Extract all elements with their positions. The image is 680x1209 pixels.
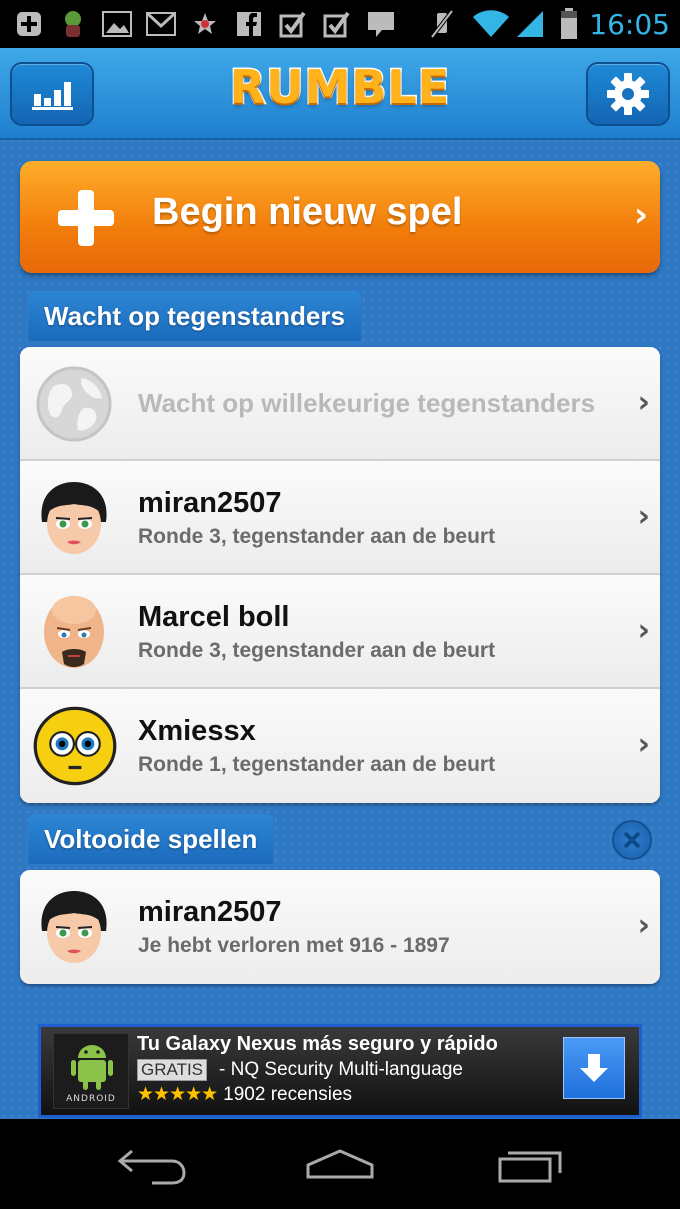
avatar-icon <box>44 596 104 668</box>
new-game-label: Begin nieuw spel <box>152 191 463 233</box>
game-status: Ronde 3, tegenstander aan de beurt <box>138 525 496 548</box>
battery-icon <box>559 8 579 39</box>
image-icon <box>102 9 132 39</box>
game-status: Ronde 3, tegenstander aan de beurt <box>138 639 496 662</box>
clock: 16:05 <box>589 7 670 41</box>
checkbox-icon <box>322 9 352 39</box>
chat-icon <box>366 9 396 39</box>
avatar-icon <box>33 706 117 786</box>
download-icon <box>580 1054 608 1082</box>
section-waiting-title: Wacht op tegenstanders <box>28 291 361 341</box>
add-icon <box>14 9 44 39</box>
opponent-name: Marcel boll <box>138 601 290 633</box>
opponent-name: miran2507 <box>138 896 282 928</box>
top-bar: RUMBLE <box>0 48 680 140</box>
gear-icon <box>607 73 649 115</box>
android-label: ANDROID <box>66 1094 116 1104</box>
wifi-icon <box>471 9 511 39</box>
star-rating: ★★★★★ <box>137 1084 218 1105</box>
opponent-name: miran2507 <box>138 487 282 519</box>
game-row[interactable]: Xmiessx Ronde 1, tegenstander aan de beu… <box>20 689 660 803</box>
game-row[interactable]: Marcel boll Ronde 3, tegenstander aan de… <box>20 575 660 689</box>
game-result: Je hebt verloren met 916 - 1897 <box>138 934 450 957</box>
avatar-icon <box>41 891 107 963</box>
signal-icon <box>515 9 545 39</box>
free-badge: GRATIS <box>137 1059 208 1081</box>
ad-title: Tu Galaxy Nexus más seguro y rápido <box>137 1033 498 1055</box>
app-content: RUMBLE Begin nieuw spel › Wacht op tegen… <box>0 48 680 1119</box>
clear-finished-button[interactable] <box>612 820 652 860</box>
status-right: 16:05 <box>413 0 670 48</box>
back-icon[interactable] <box>112 1141 192 1187</box>
settings-button[interactable] <box>586 62 670 126</box>
globe-icon <box>36 366 112 442</box>
game-row[interactable]: miran2507 Je hebt verloren met 916 - 189… <box>20 870 660 984</box>
review-count: 1902 recensies <box>223 1083 353 1105</box>
new-game-button[interactable]: Begin nieuw spel › <box>20 161 660 273</box>
chevron-right-icon: › <box>637 499 650 534</box>
recent-apps-icon[interactable] <box>490 1141 570 1187</box>
opponent-name: Xmiessx <box>138 715 256 747</box>
game-status: Ronde 1, tegenstander aan de beurt <box>138 753 496 776</box>
section-finished-title: Voltooide spellen <box>28 814 274 864</box>
chevron-right-icon: › <box>637 908 650 943</box>
download-button[interactable] <box>563 1037 625 1099</box>
bug-icon <box>58 9 88 39</box>
home-icon[interactable] <box>300 1141 380 1187</box>
random-opponent-row[interactable]: Wacht op willekeurige tegenstanders › <box>20 347 660 461</box>
gmail-icon <box>146 9 176 39</box>
random-opponent-label: Wacht op willekeurige tegenstanders <box>138 388 596 418</box>
avatar-icon <box>41 482 107 554</box>
chevron-right-icon: › <box>637 385 650 420</box>
chevron-right-icon: › <box>637 727 650 762</box>
status-bar: 16:05 <box>0 0 680 48</box>
waiting-games-list: Wacht op willekeurige tegenstanders › mi… <box>20 347 660 803</box>
star-icon <box>190 9 220 39</box>
chevron-right-icon: › <box>637 613 650 648</box>
game-row[interactable]: miran2507 Ronde 3, tegenstander aan de b… <box>20 461 660 575</box>
ad-subtitle-row: GRATIS - NQ Security Multi-language <box>137 1059 463 1081</box>
checkbox-icon <box>278 9 308 39</box>
ad-banner[interactable]: ANDROID Tu Galaxy Nexus más seguro y ráp… <box>38 1024 642 1118</box>
mute-icon <box>427 9 457 39</box>
app-logo: RUMBLE <box>228 59 451 116</box>
ad-subtitle: - NQ Security Multi-language <box>219 1059 463 1080</box>
finished-games-list: miran2507 Je hebt verloren met 916 - 189… <box>20 870 660 984</box>
nav-bar <box>0 1119 680 1209</box>
facebook-icon <box>234 9 264 39</box>
plus-icon <box>58 190 114 246</box>
ad-rating-row: ★★★★★ 1902 recensies <box>137 1083 352 1106</box>
chevron-right-icon: › <box>633 195 648 235</box>
close-icon <box>623 831 641 849</box>
android-icon: ANDROID <box>53 1033 129 1109</box>
